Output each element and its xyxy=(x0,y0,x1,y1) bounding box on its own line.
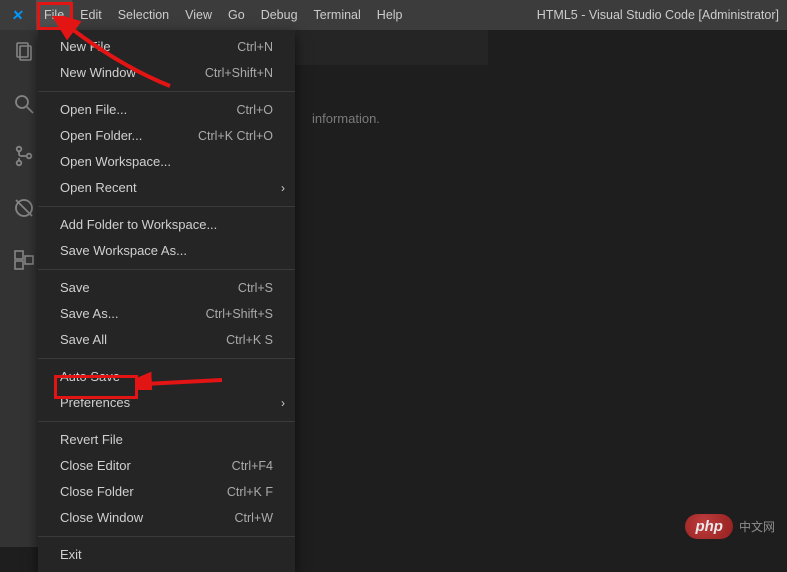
menu-open-file[interactable]: Open File...Ctrl+O xyxy=(38,97,295,123)
menu-save-all[interactable]: Save AllCtrl+K S xyxy=(38,327,295,353)
menu-separator xyxy=(38,358,295,359)
menu-close-editor[interactable]: Close EditorCtrl+F4 xyxy=(38,453,295,479)
chevron-right-icon: › xyxy=(281,395,285,411)
menu-close-window[interactable]: Close WindowCtrl+W xyxy=(38,505,295,531)
menubar: File Edit Selection View Go Debug Termin… xyxy=(36,0,411,30)
menu-edit[interactable]: Edit xyxy=(72,0,110,30)
menu-go[interactable]: Go xyxy=(220,0,253,30)
watermark: php 中文网 xyxy=(685,514,775,539)
menu-new-window[interactable]: New WindowCtrl+Shift+N xyxy=(38,60,295,86)
window-title: HTML5 - Visual Studio Code [Administrato… xyxy=(411,8,787,22)
watermark-text: 中文网 xyxy=(739,518,775,535)
chevron-right-icon: › xyxy=(281,180,285,196)
menu-file[interactable]: File xyxy=(36,0,72,30)
menu-save-as[interactable]: Save As...Ctrl+Shift+S xyxy=(38,301,295,327)
menu-save[interactable]: SaveCtrl+S xyxy=(38,275,295,301)
menu-open-workspace[interactable]: Open Workspace... xyxy=(38,149,295,175)
menu-close-folder[interactable]: Close FolderCtrl+K F xyxy=(38,479,295,505)
menu-terminal[interactable]: Terminal xyxy=(306,0,369,30)
menu-separator xyxy=(38,91,295,92)
menu-new-file[interactable]: New FileCtrl+N xyxy=(38,34,295,60)
menu-separator xyxy=(38,536,295,537)
menu-save-workspace-as[interactable]: Save Workspace As... xyxy=(38,238,295,264)
titlebar: ✕ File Edit Selection View Go Debug Term… xyxy=(0,0,787,30)
menu-separator xyxy=(38,206,295,207)
menu-separator xyxy=(38,269,295,270)
menu-revert-file[interactable]: Revert File xyxy=(38,427,295,453)
menu-selection[interactable]: Selection xyxy=(110,0,177,30)
vscode-logo-icon: ✕ xyxy=(0,7,36,24)
menu-separator xyxy=(38,421,295,422)
menu-debug[interactable]: Debug xyxy=(253,0,306,30)
menu-help[interactable]: Help xyxy=(369,0,411,30)
file-menu-dropdown: New FileCtrl+N New WindowCtrl+Shift+N Op… xyxy=(38,30,295,572)
menu-preferences[interactable]: Preferences› xyxy=(38,390,295,416)
menu-open-folder[interactable]: Open Folder...Ctrl+K Ctrl+O xyxy=(38,123,295,149)
php-badge-icon: php xyxy=(685,514,733,539)
menu-add-folder-workspace[interactable]: Add Folder to Workspace... xyxy=(38,212,295,238)
menu-view[interactable]: View xyxy=(177,0,220,30)
menu-exit[interactable]: Exit xyxy=(38,542,295,568)
menu-auto-save[interactable]: Auto Save xyxy=(38,364,295,390)
menu-open-recent[interactable]: Open Recent› xyxy=(38,175,295,201)
